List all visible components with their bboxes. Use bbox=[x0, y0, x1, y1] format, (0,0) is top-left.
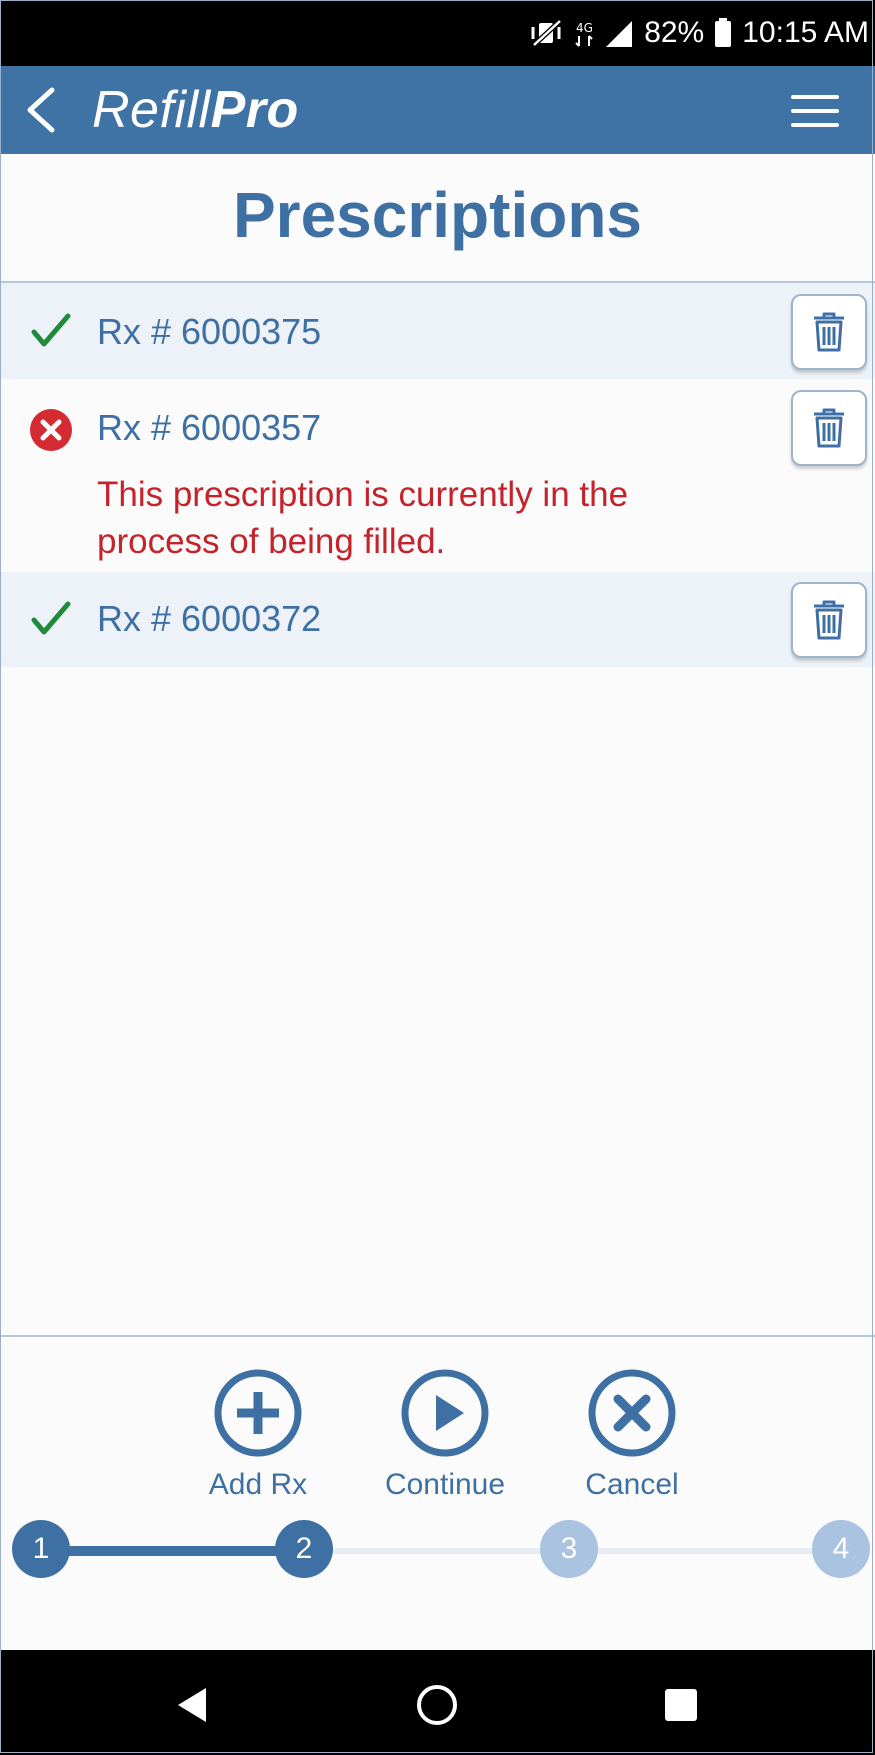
cancel-label: Cancel bbox=[585, 1468, 679, 1501]
menu-button[interactable] bbox=[791, 94, 839, 128]
back-button[interactable] bbox=[22, 86, 62, 134]
continue-label: Continue bbox=[384, 1468, 506, 1501]
close-circle-icon bbox=[587, 1368, 677, 1458]
cancel-button[interactable]: Cancel bbox=[547, 1368, 717, 1502]
app-logo: RefillPro bbox=[92, 80, 299, 140]
status-bar: 4G 82% 10:15 AM bbox=[0, 0, 875, 66]
chevron-left-icon bbox=[27, 87, 55, 133]
add-rx-label: Add Rx bbox=[208, 1468, 308, 1501]
rx-number: Rx # 6000372 bbox=[97, 598, 322, 639]
delete-button[interactable] bbox=[791, 582, 867, 658]
step-1: 1 bbox=[12, 1520, 70, 1578]
mute-vibrate-icon bbox=[530, 18, 564, 48]
status-icons: 4G 82% 10:15 AM bbox=[530, 0, 869, 66]
nav-recents-button[interactable] bbox=[656, 1680, 706, 1730]
brand-bold: Pro bbox=[210, 81, 299, 139]
check-icon bbox=[28, 308, 74, 354]
trash-icon bbox=[814, 312, 844, 352]
clock: 10:15 AM bbox=[742, 16, 869, 49]
hamburger-icon bbox=[791, 95, 839, 127]
trash-icon bbox=[814, 408, 844, 448]
battery-icon bbox=[714, 18, 732, 48]
battery-percent: 82% bbox=[644, 16, 705, 49]
plus-circle-icon bbox=[213, 1368, 303, 1458]
rx-number: Rx # 6000357 bbox=[97, 407, 322, 448]
trash-icon bbox=[814, 600, 844, 640]
check-icon bbox=[28, 596, 74, 642]
home-circle-icon bbox=[417, 1685, 457, 1725]
error-icon bbox=[28, 407, 74, 453]
add-rx-button[interactable]: Add Rx bbox=[173, 1368, 343, 1502]
step-2: 2 bbox=[275, 1520, 333, 1578]
signal-icon bbox=[604, 19, 634, 47]
progress-stepper: 1 2 3 4 bbox=[0, 1510, 875, 1580]
step-3: 3 bbox=[540, 1520, 598, 1578]
nav-back-button[interactable] bbox=[168, 1680, 218, 1730]
divider bbox=[0, 1335, 875, 1337]
play-circle-icon bbox=[400, 1368, 490, 1458]
svg-text:4G: 4G bbox=[576, 21, 593, 35]
rx-error-message: This prescription is currently in the pr… bbox=[97, 475, 629, 561]
page-title: Prescriptions bbox=[232, 179, 643, 251]
brand-light: Refill bbox=[92, 81, 211, 139]
square-recents-icon bbox=[665, 1689, 697, 1721]
stepper-progress bbox=[40, 1546, 304, 1556]
delete-button[interactable] bbox=[791, 390, 867, 466]
delete-button[interactable] bbox=[791, 294, 867, 370]
data-icon: 4G bbox=[574, 18, 594, 48]
app-header: RefillPro bbox=[0, 66, 875, 154]
rx-number: Rx # 6000375 bbox=[97, 311, 322, 352]
system-nav-bar bbox=[0, 1650, 875, 1755]
triangle-back-icon bbox=[178, 1688, 206, 1722]
step-4: 4 bbox=[812, 1520, 870, 1578]
rx-row-3: Rx # 6000372 bbox=[0, 572, 875, 667]
rx-row-2: Rx # 6000357 This prescription is curren… bbox=[0, 379, 875, 572]
nav-home-button[interactable] bbox=[412, 1680, 462, 1730]
continue-button[interactable]: Continue bbox=[360, 1368, 530, 1502]
rx-row-1: Rx # 6000375 bbox=[0, 283, 875, 379]
